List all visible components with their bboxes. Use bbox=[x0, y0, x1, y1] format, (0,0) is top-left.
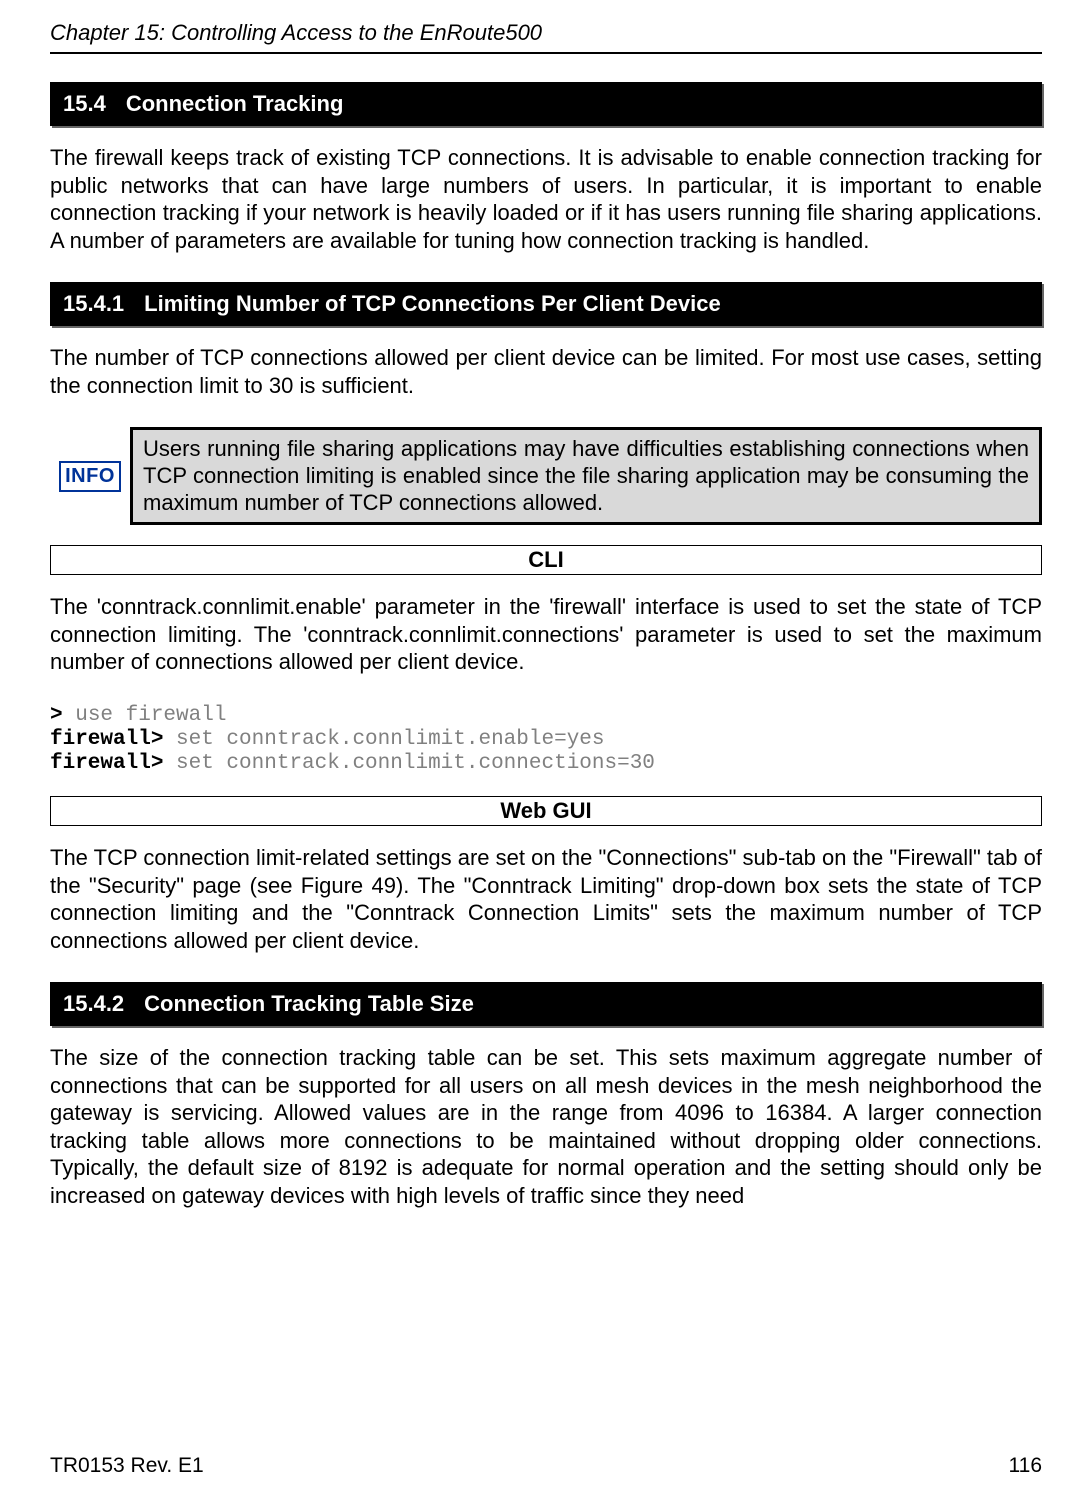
info-badge-column: INFO bbox=[50, 427, 130, 525]
info-icon: INFO bbox=[59, 461, 121, 492]
section-heading-15-4: 15.4 Connection Tracking bbox=[50, 82, 1042, 126]
section-number: 15.4.1 bbox=[63, 291, 124, 317]
info-text: Users running file sharing applications … bbox=[130, 427, 1042, 525]
section-title: Connection Tracking Table Size bbox=[144, 991, 474, 1016]
section-heading-15-4-1: 15.4.1 Limiting Number of TCP Connections… bbox=[50, 282, 1042, 326]
paragraph: The TCP connection limit-related setting… bbox=[50, 844, 1042, 954]
paragraph: The 'conntrack.connlimit.enable' paramet… bbox=[50, 593, 1042, 676]
code-command: set conntrack.connlimit.connections=30 bbox=[163, 752, 654, 775]
code-command: set conntrack.connlimit.enable=yes bbox=[163, 728, 604, 751]
paragraph: The number of TCP connections allowed pe… bbox=[50, 344, 1042, 399]
paragraph: The firewall keeps track of existing TCP… bbox=[50, 144, 1042, 254]
code-block: > use firewall firewall> set conntrack.c… bbox=[50, 704, 1042, 776]
section-number: 15.4.2 bbox=[63, 991, 124, 1017]
footer-page-number: 116 bbox=[1009, 1454, 1042, 1478]
paragraph: The size of the connection tracking tabl… bbox=[50, 1044, 1042, 1209]
section-title: Limiting Number of TCP Connections Per C… bbox=[144, 291, 721, 316]
chapter-header: Chapter 15: Controlling Access to the En… bbox=[50, 20, 1042, 54]
section-title: Connection Tracking bbox=[126, 91, 344, 116]
footer-doc-id: TR0153 Rev. E1 bbox=[50, 1454, 204, 1478]
page-footer: TR0153 Rev. E1 116 bbox=[50, 1454, 1042, 1478]
code-prompt: firewall> bbox=[50, 752, 163, 775]
code-prompt: > bbox=[50, 704, 63, 727]
webgui-label: Web GUI bbox=[50, 796, 1042, 826]
info-callout: INFO Users running file sharing applicat… bbox=[50, 427, 1042, 525]
section-number: 15.4 bbox=[63, 91, 106, 117]
section-heading-15-4-2: 15.4.2 Connection Tracking Table Size bbox=[50, 982, 1042, 1026]
cli-label: CLI bbox=[50, 545, 1042, 575]
code-command: use firewall bbox=[63, 704, 227, 727]
code-prompt: firewall> bbox=[50, 728, 163, 751]
page: Chapter 15: Controlling Access to the En… bbox=[0, 0, 1092, 1492]
